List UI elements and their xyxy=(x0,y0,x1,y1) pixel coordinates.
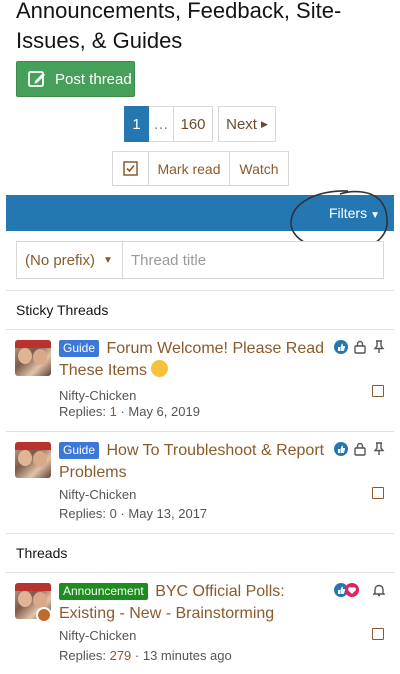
page-gap-button[interactable]: … xyxy=(149,106,174,142)
thread-title-link[interactable]: Announcement BYC Official Polls: Existin… xyxy=(59,581,329,625)
thread-date[interactable]: May 13, 2017 xyxy=(128,506,207,521)
thread-title-link[interactable]: Guide How To Troubleshoot & Report Probl… xyxy=(59,440,329,484)
compose-icon xyxy=(28,71,45,87)
post-thread-button[interactable]: Post thread xyxy=(16,61,135,97)
page-title: Announcements, Feedback, Site-Issues, & … xyxy=(16,0,342,53)
avatar[interactable] xyxy=(15,340,51,376)
replies-label: Replies: xyxy=(59,506,106,521)
thread-title-link[interactable]: Guide Forum Welcome! Please Read These I… xyxy=(59,338,329,382)
select-threads-button[interactable] xyxy=(112,151,149,186)
thread-date[interactable]: 13 minutes ago xyxy=(143,648,232,663)
select-thread-checkbox[interactable] xyxy=(372,385,384,397)
thread-title-input[interactable] xyxy=(123,242,383,278)
thread-actions: Mark read Watch xyxy=(112,151,289,186)
select-thread-checkbox[interactable] xyxy=(372,628,384,640)
prefix-label: Guide xyxy=(59,442,100,459)
thread-row[interactable]: Guide Forum Welcome! Please Read These I… xyxy=(6,329,394,431)
thread-meta: Replies: 279 · 13 minutes ago xyxy=(59,648,232,663)
thread-row[interactable]: Guide How To Troubleshoot & Report Probl… xyxy=(6,431,394,533)
replies-label: Replies: xyxy=(59,648,106,663)
watch-button[interactable]: Watch xyxy=(230,151,289,186)
pin-icon xyxy=(372,442,386,456)
thread-author[interactable]: Nifty-Chicken xyxy=(59,487,136,502)
thread-author[interactable]: Nifty-Chicken xyxy=(59,388,136,403)
like-icon xyxy=(334,442,348,456)
next-page-button[interactable]: Next ▶ xyxy=(218,106,276,142)
like-icon xyxy=(334,340,348,354)
thread-meta: Replies: 0 · May 13, 2017 xyxy=(59,506,208,521)
prefix-value: (No prefix) xyxy=(25,251,96,269)
pin-icon xyxy=(372,340,386,354)
sticky-threads-heading: Sticky Threads xyxy=(6,290,394,330)
checkbox-icon xyxy=(123,161,138,176)
smile-emoji-icon xyxy=(151,360,169,377)
thread-status-icons xyxy=(334,340,386,354)
prefix-select[interactable]: (No prefix) ▼ xyxy=(17,242,123,278)
thread-status-icons xyxy=(334,442,386,456)
thread-date[interactable]: May 6, 2019 xyxy=(128,404,200,419)
prefix-label: Announcement xyxy=(59,583,148,600)
quick-filter-row: (No prefix) ▼ xyxy=(16,241,384,279)
caret-down-icon: ▼ xyxy=(103,254,113,266)
replies-label: Replies: xyxy=(59,404,106,419)
thread-status-icons xyxy=(334,583,386,597)
prefix-label: Guide xyxy=(59,340,100,357)
page-last-button[interactable]: 160 xyxy=(174,106,213,142)
pagination: 1 … 160 Next ▶ xyxy=(124,106,276,142)
page-1-button[interactable]: 1 xyxy=(124,106,149,142)
select-thread-checkbox[interactable] xyxy=(372,487,384,499)
replies-count: 0 xyxy=(109,506,117,521)
replies-count[interactable]: 1 xyxy=(110,404,117,419)
lock-icon xyxy=(353,340,367,354)
heart-icon xyxy=(345,583,359,597)
mark-read-button[interactable]: Mark read xyxy=(149,151,230,186)
bell-icon xyxy=(372,583,386,597)
thread-row[interactable]: Announcement BYC Official Polls: Existin… xyxy=(6,572,394,674)
last-poster-avatar[interactable] xyxy=(36,607,52,623)
replies-count[interactable]: 279 xyxy=(110,648,132,663)
chevron-right-icon: ▶ xyxy=(260,118,268,129)
avatar[interactable] xyxy=(15,442,51,478)
lock-icon xyxy=(353,442,367,456)
post-thread-label: Post thread xyxy=(55,70,132,88)
thread-meta: Replies: 1 · May 6, 2019 xyxy=(59,404,200,419)
thread-author[interactable]: Nifty-Chicken xyxy=(59,628,136,643)
threads-heading: Threads xyxy=(6,533,394,573)
next-label: Next xyxy=(226,115,257,133)
